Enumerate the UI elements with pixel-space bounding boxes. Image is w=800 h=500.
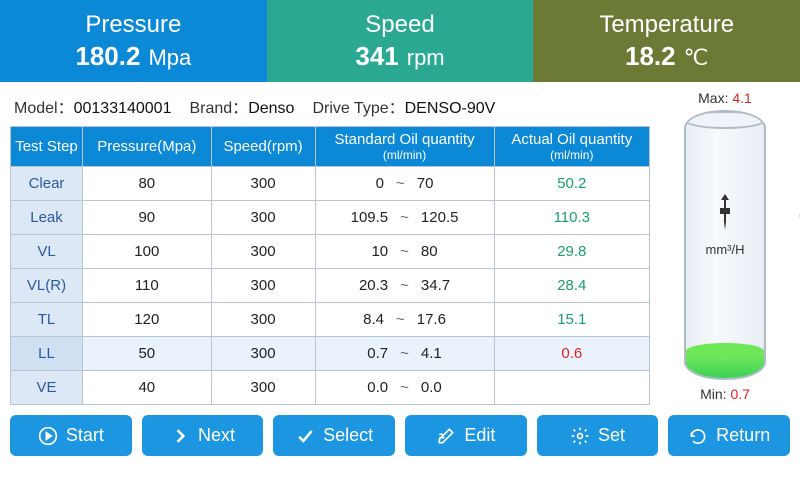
cell-range: 8.4~17.6 — [315, 303, 494, 337]
cell-actual: 15.1 — [494, 303, 649, 337]
injector-icon — [716, 194, 734, 230]
gauge-min: Min: 0.7 — [700, 386, 750, 402]
cell-step: Leak — [11, 201, 83, 235]
gauge-max: Max: 4.1 — [698, 90, 752, 106]
table-row[interactable]: TL1203008.4~17.615.1 — [11, 303, 650, 337]
footer-buttons: Start Next Select Edit Set Return — [0, 405, 800, 464]
cell-pressure: 110 — [83, 269, 212, 303]
cell-range: 0~70 — [315, 167, 494, 201]
test-table: Test Step Pressure(Mpa) Speed(rpm) Stand… — [10, 126, 650, 405]
col-pressure: Pressure(Mpa) — [83, 127, 212, 167]
set-button[interactable]: Set — [537, 415, 659, 456]
start-button[interactable]: Start — [10, 415, 132, 456]
pressure-unit: Mpa — [148, 45, 191, 70]
cell-pressure: 90 — [83, 201, 212, 235]
col-std: Standard Oil quantity(ml/min) — [315, 127, 494, 167]
drive-label: Drive Type： — [312, 100, 404, 117]
gear-icon — [570, 426, 590, 446]
cell-step: Clear — [11, 167, 83, 201]
cell-actual: 29.8 — [494, 235, 649, 269]
cell-pressure: 120 — [83, 303, 212, 337]
cell-actual: 28.4 — [494, 269, 649, 303]
cell-speed: 300 — [211, 269, 315, 303]
temperature-label: Temperature — [599, 11, 734, 39]
table-row[interactable]: VL10030010~8029.8 — [11, 235, 650, 269]
device-meta: Model：00133140001 Brand：Denso Drive Type… — [10, 88, 650, 126]
model-label: Model： — [14, 100, 74, 117]
cell-step: VL — [11, 235, 83, 269]
cell-actual — [494, 371, 649, 405]
table-row[interactable]: LL503000.7~4.10.6 — [11, 337, 650, 371]
cell-speed: 300 — [211, 167, 315, 201]
cell-actual: 0.6 — [494, 337, 649, 371]
cell-pressure: 40 — [83, 371, 212, 405]
check-icon — [295, 426, 315, 446]
table-row[interactable]: VL(R)11030020.3~34.728.4 — [11, 269, 650, 303]
select-button[interactable]: Select — [273, 415, 395, 456]
pressure-label: Pressure — [85, 11, 181, 39]
cell-pressure: 80 — [83, 167, 212, 201]
gauge-cylinder: mm³/H — [684, 110, 766, 380]
cell-pressure: 100 — [83, 235, 212, 269]
cell-pressure: 50 — [83, 337, 212, 371]
gauge-panel: Max: 4.1 mm³/H 0.6 Min: 0.7 — [660, 88, 790, 405]
cell-step: VL(R) — [11, 269, 83, 303]
cell-range: 0.7~4.1 — [315, 337, 494, 371]
pressure-readout[interactable]: Pressure 180.2 Mpa — [0, 0, 267, 82]
cell-speed: 300 — [211, 337, 315, 371]
speed-value: 341 — [355, 41, 398, 71]
chevron-right-icon — [170, 426, 190, 446]
edit-button[interactable]: Edit — [405, 415, 527, 456]
col-speed: Speed(rpm) — [211, 127, 315, 167]
header-readouts: Pressure 180.2 Mpa Speed 341 rpm Temperatu… — [0, 0, 800, 82]
speed-label: Speed — [365, 11, 434, 39]
drive-value: DENSO-90V — [405, 100, 496, 117]
cell-speed: 300 — [211, 201, 315, 235]
table-row[interactable]: Leak90300109.5~120.5110.3 — [11, 201, 650, 235]
cell-step: LL — [11, 337, 83, 371]
play-icon — [38, 426, 58, 446]
cell-speed: 300 — [211, 303, 315, 337]
pressure-value: 180.2 — [75, 41, 140, 71]
gauge-unit: mm³/H — [706, 242, 745, 257]
brand-label: Brand： — [189, 100, 248, 117]
brand-value: Denso — [248, 100, 294, 117]
model-value: 00133140001 — [74, 100, 172, 117]
return-icon — [688, 426, 708, 446]
cell-actual: 110.3 — [494, 201, 649, 235]
cell-range: 20.3~34.7 — [315, 269, 494, 303]
table-row[interactable]: VE403000.0~0.0 — [11, 371, 650, 405]
return-button[interactable]: Return — [668, 415, 790, 456]
col-actual: Actual Oil quantity(ml/min) — [494, 127, 649, 167]
cell-speed: 300 — [211, 235, 315, 269]
temperature-value: 18.2 — [625, 41, 676, 71]
cell-step: VE — [11, 371, 83, 405]
temperature-readout[interactable]: Temperature 18.2 ℃ — [533, 0, 800, 82]
cell-range: 109.5~120.5 — [315, 201, 494, 235]
next-button[interactable]: Next — [142, 415, 264, 456]
cell-speed: 300 — [211, 371, 315, 405]
col-step: Test Step — [11, 127, 83, 167]
cell-range: 10~80 — [315, 235, 494, 269]
cell-step: TL — [11, 303, 83, 337]
edit-icon — [436, 426, 456, 446]
temperature-unit: ℃ — [684, 45, 709, 70]
speed-readout[interactable]: Speed 341 rpm — [267, 0, 534, 82]
cell-actual: 50.2 — [494, 167, 649, 201]
speed-unit: rpm — [407, 45, 445, 70]
cell-range: 0.0~0.0 — [315, 371, 494, 405]
table-row[interactable]: Clear803000~7050.2 — [11, 167, 650, 201]
